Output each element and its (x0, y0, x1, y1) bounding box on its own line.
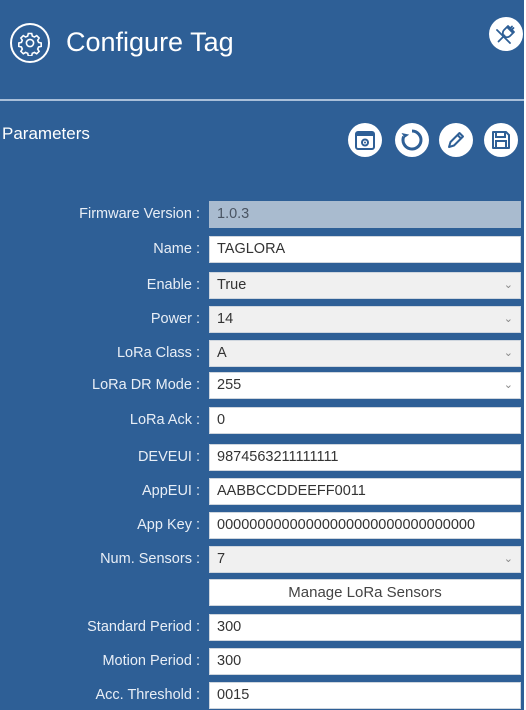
lora-ack-row: LoRa Ack : 0 (0, 407, 524, 434)
power-label: Power : (150, 311, 200, 327)
lora-ack-input[interactable]: 0 (209, 407, 521, 434)
acc-threshold-label: Acc. Threshold : (95, 687, 200, 703)
standard-period-row: Standard Period : 300 (0, 614, 524, 641)
refresh-button[interactable] (395, 123, 429, 157)
chevron-down-icon: ⌄ (503, 279, 513, 291)
deveui-row: DEVEUI : 9874563211111111 (0, 444, 524, 471)
lora-dr-mode-select[interactable]: 255 ⌄ (209, 372, 521, 399)
unplug-icon[interactable] (489, 17, 523, 51)
lora-dr-mode-value: 255 (217, 377, 242, 393)
name-row: Name : TAGLORA (0, 236, 524, 263)
lora-class-select[interactable]: A ⌄ (209, 340, 521, 367)
header-divider (0, 99, 524, 101)
edit-icon (448, 132, 464, 148)
enable-select[interactable]: True ⌄ (209, 272, 521, 299)
firmware-version-row: Firmware Version : 1.0.3 (0, 201, 524, 228)
enable-label: Enable : (146, 277, 200, 293)
motion-period-input[interactable]: 300 (209, 648, 521, 675)
save-icon (492, 131, 510, 149)
save-button[interactable] (484, 123, 518, 157)
acc-threshold-input[interactable]: 0015 (209, 682, 521, 709)
manage-lora-sensors-button[interactable]: Manage LoRa Sensors (209, 579, 521, 606)
app-key-label: App Key : (137, 517, 200, 533)
motion-period-row: Motion Period : 300 (0, 648, 524, 675)
standard-period-label: Standard Period : (87, 619, 200, 635)
num-sensors-select[interactable]: 7 ⌄ (209, 546, 521, 573)
page-title: Configure Tag (66, 27, 234, 57)
appeui-row: AppEUI : AABBCCDDEEFF0011 (0, 478, 524, 505)
chevron-down-icon: ⌄ (503, 347, 513, 359)
lora-class-value: A (217, 345, 227, 361)
motion-period-label: Motion Period : (102, 653, 200, 669)
standard-period-input[interactable]: 300 (209, 614, 521, 641)
num-sensors-value: 7 (217, 551, 226, 567)
appeui-label: AppEUI : (141, 483, 200, 499)
app-key-input[interactable]: 00000000000000000000000000000000 (209, 512, 521, 539)
lora-ack-label: LoRa Ack : (129, 412, 200, 428)
edit-button[interactable] (439, 123, 473, 157)
num-sensors-label: Num. Sensors : (100, 551, 200, 567)
chevron-down-icon: ⌄ (503, 379, 513, 391)
gear-icon (10, 23, 50, 63)
deveui-label: DEVEUI : (137, 449, 200, 465)
chevron-down-icon: ⌄ (503, 553, 513, 565)
enable-row: Enable : True ⌄ (0, 272, 524, 299)
acc-threshold-row: Acc. Threshold : 0015 (0, 682, 524, 709)
chevron-down-icon: ⌄ (503, 313, 513, 325)
configure-tag-panel: Configure Tag Parameters Firmware Versio… (0, 0, 524, 710)
firmware-version-field: 1.0.3 (209, 201, 521, 228)
panel-header: Configure Tag (0, 0, 524, 86)
app-key-row: App Key : 000000000000000000000000000000… (0, 512, 524, 539)
calendar-settings-button[interactable] (348, 123, 382, 157)
refresh-icon (401, 129, 423, 151)
lora-class-label: LoRa Class : (116, 345, 200, 361)
power-select[interactable]: 14 ⌄ (209, 306, 521, 333)
power-value: 14 (217, 311, 234, 327)
deveui-input[interactable]: 9874563211111111 (209, 444, 521, 471)
name-input[interactable]: TAGLORA (209, 236, 521, 263)
appeui-input[interactable]: AABBCCDDEEFF0011 (209, 478, 521, 505)
power-row: Power : 14 ⌄ (0, 306, 524, 333)
calendar-settings-icon (355, 131, 375, 150)
lora-class-row: LoRa Class : A ⌄ (0, 340, 524, 367)
name-label: Name : (153, 241, 200, 257)
num-sensors-row: Num. Sensors : 7 ⌄ (0, 546, 524, 573)
enable-value: True (217, 277, 247, 293)
lora-dr-mode-row: LoRa DR Mode : 255 ⌄ (0, 372, 524, 399)
firmware-version-label: Firmware Version : (79, 206, 200, 222)
parameters-heading: Parameters (2, 124, 90, 143)
lora-dr-mode-label: LoRa DR Mode : (92, 377, 200, 393)
